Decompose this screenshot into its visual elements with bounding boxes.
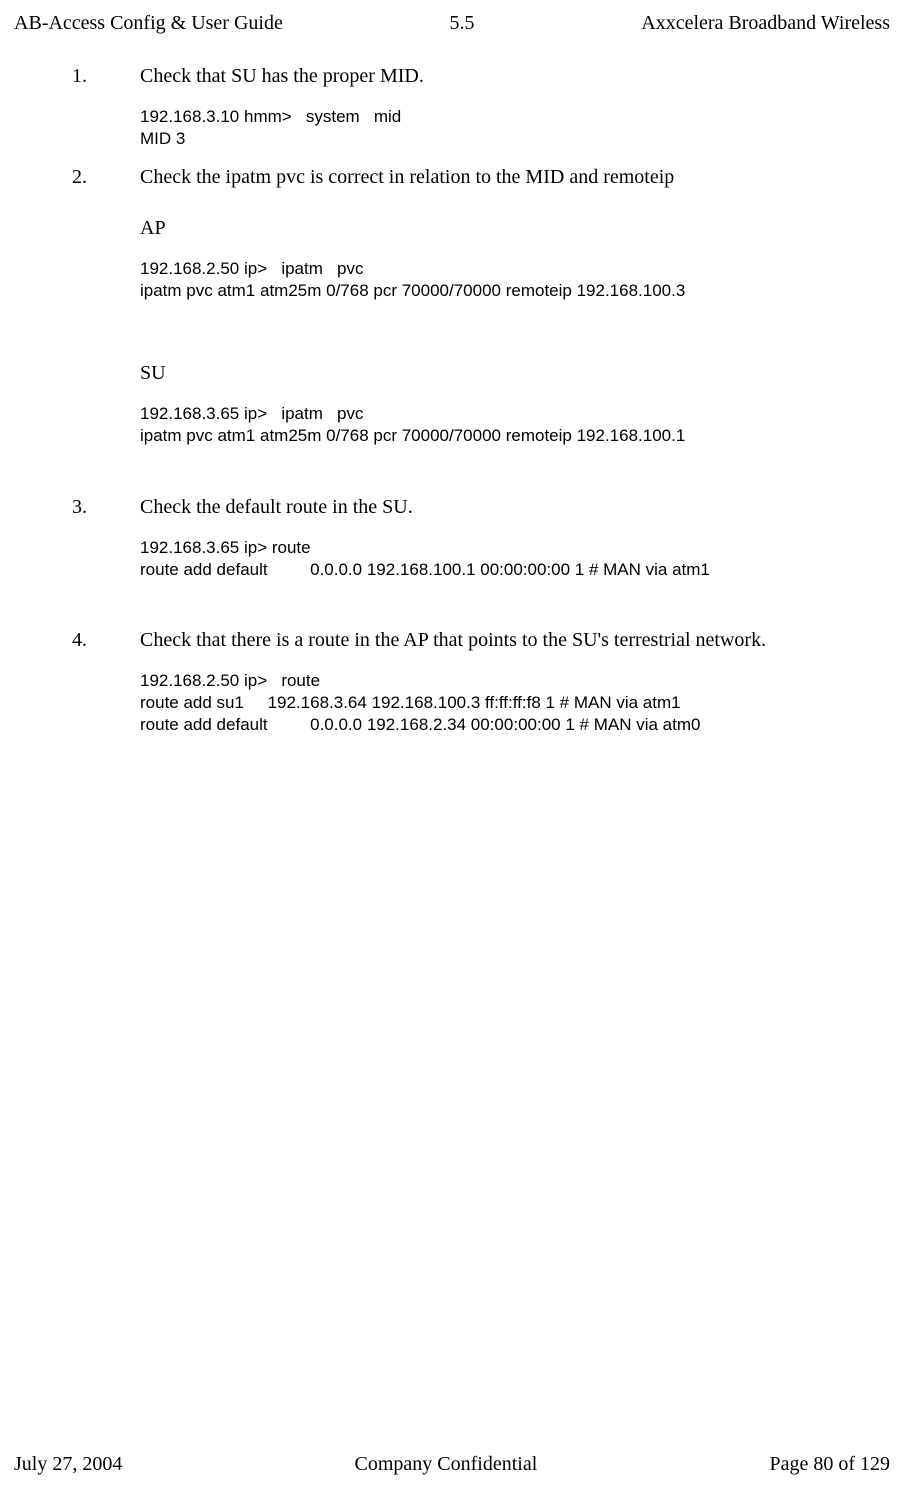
list-number: 4. [72,629,140,736]
list-number: 2. [72,166,140,479]
numbered-list: 1.Check that SU has the proper MID. 192.1… [72,65,890,736]
header-left: AB-Access Config & User Guide [14,12,283,35]
list-body: Check the default route in the SU. 192.16… [140,496,890,613]
code-block: 192.168.3.65 ip> ipatm pvc ipatm pvc atm… [140,403,890,447]
list-body: Check that SU has the proper MID. 192.168… [140,65,890,150]
list-item: 4.Check that there is a route in the AP … [72,629,890,736]
list-text: Check the default route in the SU. [140,496,890,519]
footer-left: July 27, 2004 [14,1453,122,1476]
spacer [140,581,890,613]
footer-right: Page 80 of 129 [769,1453,890,1476]
list-item: 2.Check the ipatm pvc is correct in rela… [72,166,890,479]
code-block: 192.168.2.50 ip> route route add su1 192… [140,670,890,736]
header-center: 5.5 [450,12,475,35]
subheading: SU [140,362,890,385]
list-item: 3.Check the default route in the SU. 192.… [72,496,890,613]
list-body: Check the ipatm pvc is correct in relati… [140,166,890,479]
page-header: AB-Access Config & User Guide 5.5 Axxcel… [0,0,904,35]
page-content: 1.Check that SU has the proper MID. 192.1… [0,35,904,736]
footer-center: Company Confidential [355,1453,538,1476]
code-block: 192.168.3.10 hmm> system mid MID 3 [140,106,890,150]
list-number: 1. [72,65,140,150]
header-right: Axxcelera Broadband Wireless [641,12,890,35]
spacer [140,448,890,480]
list-item: 1.Check that SU has the proper MID. 192.1… [72,65,890,150]
list-text: Check that there is a route in the AP th… [140,629,890,652]
list-text: Check that SU has the proper MID. [140,65,890,88]
code-block: 192.168.2.50 ip> ipatm pvc ipatm pvc atm… [140,258,890,302]
list-text: Check the ipatm pvc is correct in relati… [140,166,890,189]
subheading: AP [140,217,890,240]
code-block: 192.168.3.65 ip> route route add default… [140,537,890,581]
list-body: Check that there is a route in the AP th… [140,629,890,736]
spacer [140,302,890,334]
list-number: 3. [72,496,140,613]
page-footer: July 27, 2004 Company Confidential Page … [14,1453,890,1476]
